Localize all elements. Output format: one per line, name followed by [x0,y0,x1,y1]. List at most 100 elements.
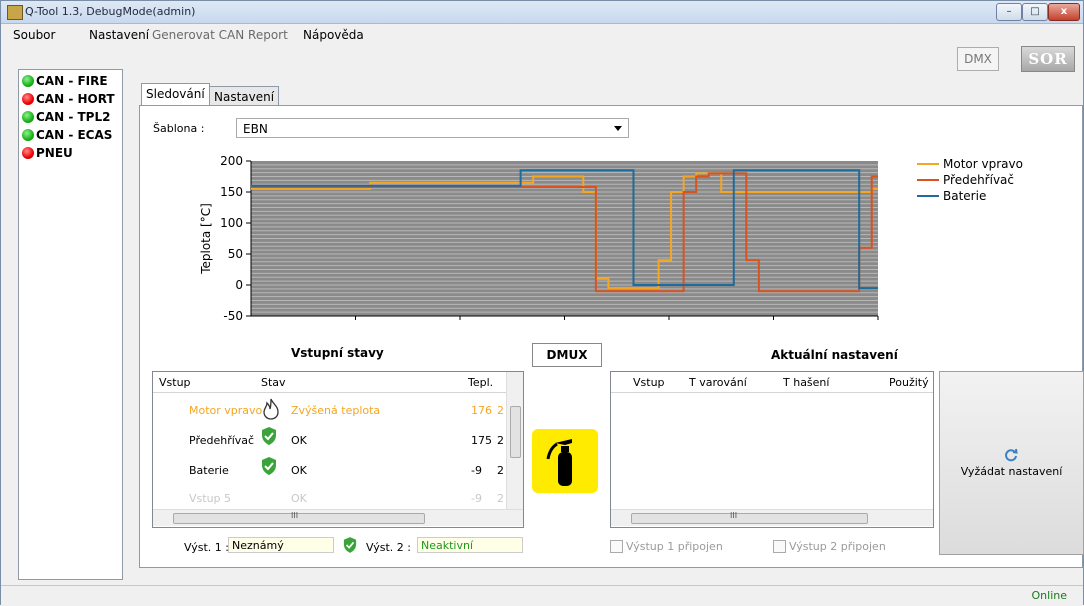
legend-swatch [917,195,939,197]
current-settings-grid: Vstup T varování T hašení Použitý III [610,371,934,528]
current-grid-header: Vstup T varování T hašení Použitý [611,372,933,393]
row-state: OK [291,492,307,505]
sor-logo: SOR [1021,46,1075,72]
y-tick-label: 0 [235,278,243,292]
status-led-icon [22,147,34,159]
bus-item-pneu[interactable]: PNEU [22,145,73,161]
menu-file[interactable]: Soubor [13,28,55,42]
row-name: Předehřívač [189,434,255,447]
y-axis-label: Teplota [°C] [199,203,213,275]
template-select[interactable]: EBN [236,118,629,138]
title-bar: Q-Tool 1.3, DebugMode(admin) – □ x [1,1,1083,24]
output1-value: Neznámý [228,537,334,553]
col-input[interactable]: Vstup [633,376,665,389]
row-extra: 2 [497,434,504,447]
legend-motor: Motor vpravo [917,157,1023,171]
menu-bar: Soubor Nastavení Generovat CAN Report Ná… [1,24,1083,46]
row-extra: 2 [497,404,504,417]
legend-preheater: Předehřívač [917,173,1014,187]
scroll-thumb[interactable] [631,513,868,524]
col-warning-temp[interactable]: T varování [689,376,747,389]
row-name: Motor vpravo [189,404,263,417]
bus-label: CAN - ECAS [36,128,113,142]
flame-icon [263,398,279,420]
shield-ok-icon [343,537,357,553]
y-tick-label: 200 [220,154,243,168]
dmx-button[interactable]: DMX [957,47,999,71]
row-temp: 175 [471,434,492,447]
output2-connected-label: Výstup 2 připojen [789,540,886,553]
extinguisher-icon [532,429,598,493]
tab-monitoring[interactable]: Sledování [141,83,210,106]
y-tick-label: 100 [220,216,243,230]
current-horizontal-scrollbar[interactable]: III [611,509,933,526]
inputs-horizontal-scrollbar[interactable]: III [153,509,523,526]
y-tick-label: 150 [220,185,243,199]
legend-label: Motor vpravo [943,157,1023,171]
app-icon [7,5,23,20]
menu-help[interactable]: Nápověda [303,28,364,42]
bus-label: PNEU [36,146,73,160]
bus-label: CAN - HORT [36,92,115,106]
current-settings-title: Aktuální nastavení [771,348,898,362]
bus-label: CAN - FIRE [36,74,108,88]
scroll-grip: III [730,511,738,520]
request-settings-label: Vyžádat nastavení [960,465,1063,478]
bus-item-can-tpl2[interactable]: CAN - TPL2 [22,109,110,125]
bus-item-can-ecas[interactable]: CAN - ECAS [22,127,112,143]
col-extinguish-temp[interactable]: T hašení [783,376,829,389]
output1-label: Výst. 1 : [184,541,229,554]
col-state[interactable]: Stav [261,376,286,389]
row-temp: -9 [471,464,482,477]
col-input[interactable]: Vstup [159,376,191,389]
legend-swatch [917,179,939,181]
extinguisher-glyph [546,439,572,486]
close-button[interactable]: x [1048,3,1080,21]
temperature-chart: 200 150 100 50 0 -50 Teplota [°C] [199,154,879,323]
output1-connected-label: Výstup 1 připojen [626,540,723,553]
row-name: Vstup 5 [189,492,232,505]
template-label: Šablona : [153,122,205,135]
y-tick-label: -50 [223,309,243,323]
legend-label: Předehřívač [943,173,1015,187]
menu-can-report[interactable]: Generovat CAN Report [152,28,288,42]
col-used[interactable]: Použitý [889,376,929,389]
request-settings-button[interactable]: Vyžádat nastavení [939,371,1084,555]
row-state: OK [291,464,307,477]
maximize-button[interactable]: □ [1022,3,1048,21]
refresh-icon [1005,448,1018,462]
y-tick-label: 50 [228,247,243,261]
app-window: Q-Tool 1.3, DebugMode(admin) – □ x Soubo… [0,0,1084,606]
connection-status: Online [1031,589,1067,602]
inputs-grid-header: Vstup Stav Tepl. [153,372,523,393]
scroll-thumb[interactable] [510,406,521,458]
inputs-title: Vstupní stavy [291,346,384,360]
row-state: Zvýšená teplota [291,404,381,417]
bus-item-can-hort[interactable]: CAN - HORT [22,91,115,107]
output1-connected-checkbox[interactable] [610,540,623,553]
inputs-grid: Vstup Stav Tepl. Motor vpravo Zvýšená te… [152,371,524,528]
row-extra: 2 [497,464,504,477]
status-bar: Online [1,585,1083,606]
status-led-icon [22,75,34,87]
col-temp[interactable]: Tepl. [468,376,493,389]
menu-settings[interactable]: Nastavení [89,28,149,42]
row-state: OK [291,434,307,447]
window-title: Q-Tool 1.3, DebugMode(admin) [25,5,196,18]
row-temp: -9 [471,492,482,505]
minimize-button[interactable]: – [996,3,1022,21]
bus-label: CAN - TPL2 [36,110,111,124]
output2-label: Výst. 2 : [366,541,411,554]
inputs-vertical-scrollbar[interactable] [506,372,523,509]
scroll-thumb[interactable] [173,513,425,524]
output2-connected-checkbox[interactable] [773,540,786,553]
bus-item-can-fire[interactable]: CAN - FIRE [22,73,108,89]
status-led-icon [22,93,34,105]
tab-settings[interactable]: Nastavení [209,86,280,107]
output2-value: Neaktivní [417,537,523,553]
template-value: EBN [243,122,268,136]
status-led-icon [22,111,34,123]
row-name: Baterie [189,464,229,477]
chevron-down-icon [614,126,622,131]
scroll-grip: III [291,511,299,520]
